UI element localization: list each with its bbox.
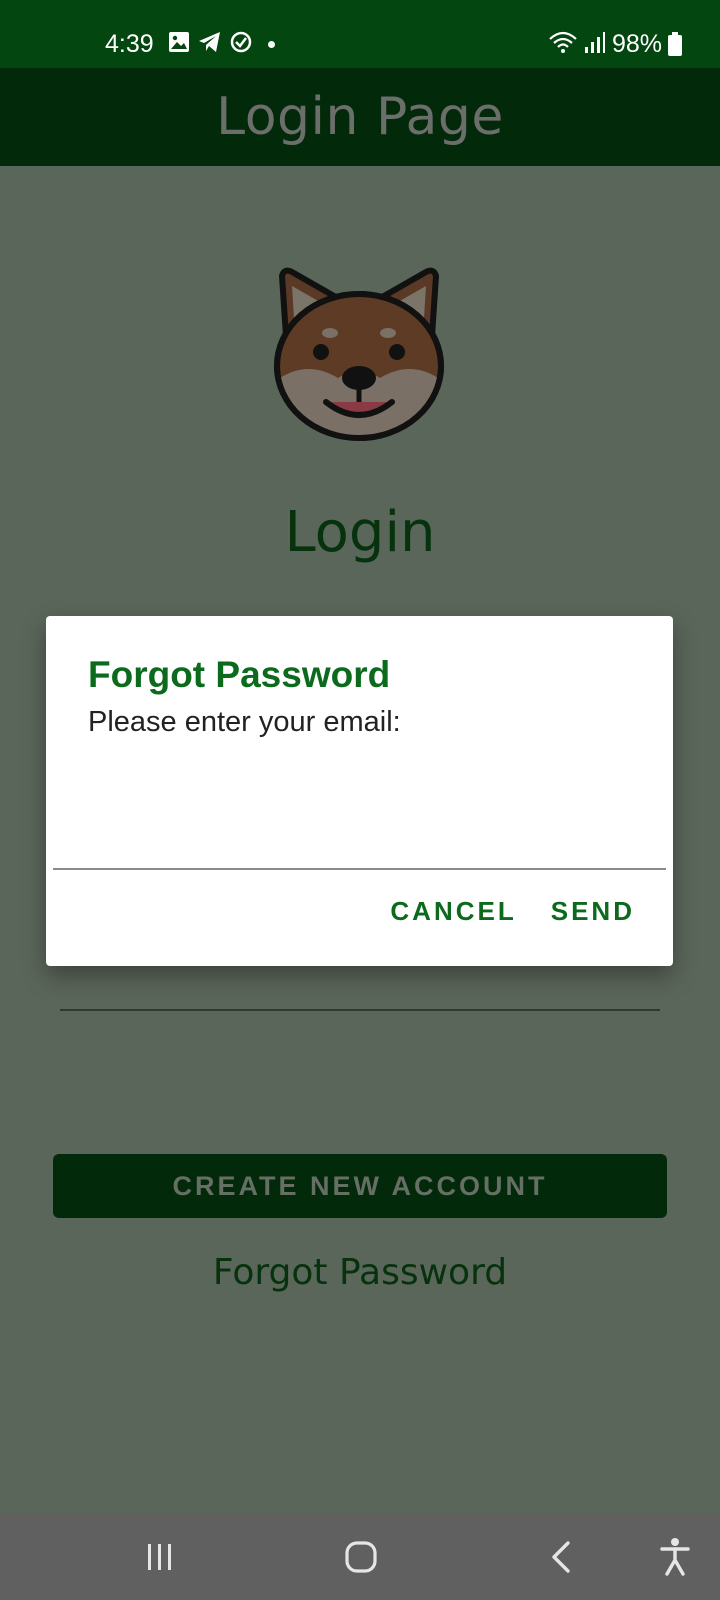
accessibility-icon[interactable] [645, 1528, 705, 1586]
status-system-icons: 98% [548, 28, 682, 60]
telegram-icon [198, 31, 222, 58]
status-bar: 4:39 98% [0, 0, 720, 68]
wifi-icon [548, 30, 578, 59]
image-icon [168, 31, 190, 58]
forgot-password-link[interactable]: Forgot Password [0, 1252, 720, 1293]
battery-icon [668, 32, 682, 56]
cancel-button[interactable]: CANCEL [390, 896, 516, 927]
status-time: 4:39 [105, 30, 154, 58]
shiba-dog-icon [268, 266, 450, 446]
dialog-message: Please enter your email: [88, 706, 401, 738]
send-button[interactable]: SEND [551, 896, 635, 927]
back-icon[interactable] [532, 1528, 592, 1586]
dialog-title: Forgot Password [88, 654, 391, 695]
forgot-password-dialog: Forgot Password Please enter your email:… [46, 616, 673, 966]
navigation-bar [0, 1514, 720, 1600]
create-account-button[interactable]: CREATE NEW ACCOUNT [53, 1154, 667, 1218]
page-title: Login Page [216, 87, 504, 147]
email-input[interactable] [53, 746, 666, 870]
password-field-underline [60, 1009, 660, 1011]
status-notification-icons [168, 31, 275, 58]
login-heading: Login [284, 500, 436, 565]
battery-percentage: 98% [611, 30, 662, 58]
dialog-actions: CANCEL SEND [390, 896, 635, 927]
home-icon[interactable] [331, 1528, 391, 1586]
recent-apps-icon[interactable] [130, 1528, 190, 1586]
notification-dot-icon [268, 40, 275, 48]
check-circle-icon [230, 31, 252, 58]
signal-icon [584, 30, 606, 59]
app-bar: Login Page [0, 68, 720, 166]
